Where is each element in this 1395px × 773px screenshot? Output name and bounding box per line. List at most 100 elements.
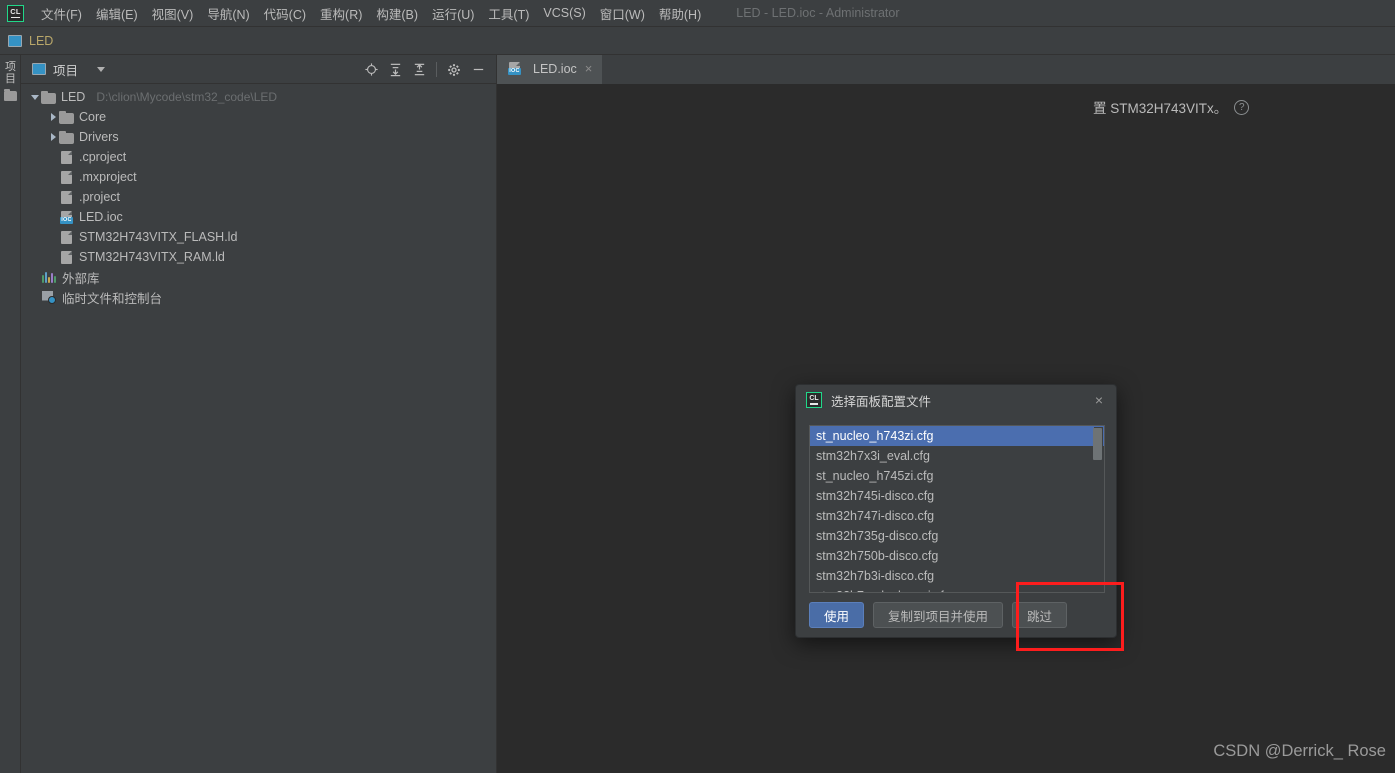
- locate-in-tree-icon[interactable]: [359, 58, 383, 82]
- settings-gear-icon[interactable]: [442, 58, 466, 82]
- project-panel-toolbar: [359, 55, 490, 84]
- tree-row[interactable]: LED D:\clion\Mycode\stm32_code\LED: [21, 87, 496, 107]
- breadcrumb[interactable]: LED: [29, 34, 53, 48]
- folder-icon: [59, 110, 74, 124]
- tool-window-button-project[interactable]: 项目: [3, 61, 18, 85]
- file-icon: [61, 150, 72, 164]
- collapse-all-icon[interactable]: [407, 58, 431, 82]
- chevron-open-icon[interactable]: [30, 92, 41, 103]
- list-item[interactable]: stm32h7x3i_eval.cfg: [810, 446, 1104, 466]
- menu-window[interactable]: 窗口(W): [594, 1, 651, 26]
- tree-row[interactable]: STM32H743VITX_RAM.ld: [21, 247, 496, 267]
- folder-icon: [41, 90, 56, 104]
- tree-item-label: Drivers: [79, 130, 119, 144]
- menu-refactor[interactable]: 重构(R): [314, 1, 368, 26]
- folder-icon: [4, 89, 17, 101]
- tree-item-label: 外部库: [62, 271, 100, 286]
- skip-button[interactable]: 跳过: [1012, 602, 1068, 628]
- list-item[interactable]: stm32h747i-disco.cfg: [810, 506, 1104, 526]
- list-item[interactable]: stm32h7b3i-disco.cfg: [810, 566, 1104, 586]
- tree-row[interactable]: 外部库: [21, 267, 496, 287]
- notification-label: 置 STM32H743VITx。: [1093, 101, 1228, 116]
- menu-view[interactable]: 视图(V): [146, 1, 200, 26]
- tree-item-label: .cproject: [79, 150, 127, 164]
- list-item[interactable]: stm32h750b-disco.cfg: [810, 546, 1104, 566]
- select-board-config-dialog: CL 选择面板配置文件 × st_nucleo_h743zi.cfg stm32h…: [795, 384, 1117, 638]
- list-item[interactable]: stm32h735g-disco.cfg: [810, 526, 1104, 546]
- tree-row[interactable]: .cproject: [21, 147, 496, 167]
- project-panel-title: 项目: [53, 63, 79, 78]
- dialog-button-bar: 使用 复制到项目并使用 跳过: [796, 593, 1118, 637]
- tab-label: LED.ioc: [533, 61, 577, 76]
- hide-panel-icon[interactable]: [466, 58, 490, 82]
- tree-row[interactable]: 临时文件和控制台: [21, 287, 496, 307]
- external-libraries-icon: [42, 271, 56, 283]
- menu-navigate[interactable]: 导航(N): [201, 1, 255, 26]
- tree-row[interactable]: IOC LED.ioc: [21, 207, 496, 227]
- tree-item-label: Core: [79, 110, 107, 124]
- clion-logo-icon: CL: [806, 392, 822, 408]
- list-item[interactable]: stm32h745i-disco.cfg: [810, 486, 1104, 506]
- menu-run[interactable]: 运行(U): [426, 1, 480, 26]
- board-config-list[interactable]: st_nucleo_h743zi.cfg stm32h7x3i_eval.cfg s…: [809, 425, 1105, 593]
- ioc-file-icon: IOC: [508, 62, 522, 75]
- menu-edit[interactable]: 编辑(E): [90, 1, 144, 26]
- copy-to-project-and-use-button[interactable]: 复制到项目并使用: [873, 602, 1004, 628]
- list-scrollbar-track[interactable]: [1093, 427, 1103, 592]
- file-icon: [61, 230, 72, 244]
- project-panel-header: 项目: [21, 55, 496, 84]
- list-scrollbar-thumb[interactable]: [1093, 428, 1102, 460]
- dialog-title-bar: CL 选择面板配置文件 ×: [796, 385, 1116, 415]
- file-icon: [61, 170, 72, 184]
- tree-row[interactable]: .project: [21, 187, 496, 207]
- tree-row[interactable]: .mxproject: [21, 167, 496, 187]
- use-button[interactable]: 使用: [809, 602, 865, 628]
- menu-vcs[interactable]: VCS(S): [537, 3, 591, 23]
- help-icon[interactable]: ?: [1234, 99, 1250, 115]
- list-item[interactable]: st_nucleo_h743zi.cfg: [810, 426, 1104, 446]
- tree-item-label: .project: [79, 190, 120, 204]
- clion-logo-icon: CL: [7, 4, 24, 22]
- window-title: LED - LED.ioc - Administrator: [736, 6, 900, 20]
- left-tool-window-strip: 项目: [0, 55, 21, 773]
- tree-item-label: STM32H743VITX_FLASH.ld: [79, 230, 238, 244]
- clion-window: CL 文件(F) 编辑(E) 视图(V) 导航(N) 代码(C) 重构(R) 构建(B) 运行…: [0, 0, 1395, 773]
- expand-all-icon[interactable]: [383, 58, 407, 82]
- chevron-down-icon[interactable]: [97, 66, 106, 72]
- tree-item-label: LED.ioc: [79, 210, 123, 224]
- tree-row[interactable]: Drivers: [21, 127, 496, 147]
- close-icon[interactable]: ×: [583, 62, 595, 75]
- chevron-closed-icon[interactable]: [48, 132, 59, 143]
- file-icon: [61, 190, 72, 204]
- tree-row[interactable]: STM32H743VITX_FLASH.ld: [21, 227, 496, 247]
- menu-build[interactable]: 构建(B): [370, 1, 424, 26]
- navigation-bar: LED: [0, 27, 1395, 55]
- folder-icon: [59, 130, 74, 144]
- tree-item-path: D:\clion\Mycode\stm32_code\LED: [96, 90, 278, 104]
- tree-item-label: LED: [61, 90, 86, 104]
- file-icon: [61, 250, 72, 264]
- project-tree: LED D:\clion\Mycode\stm32_code\LED Core Dri…: [21, 84, 496, 307]
- dialog-title: 选择面板配置文件: [831, 394, 932, 409]
- menu-help[interactable]: 帮助(H): [653, 1, 707, 26]
- ioc-notification-text: 置 STM32H743VITx。 ?: [1093, 97, 1250, 117]
- list-item[interactable]: st_nucleo_h745zi.cfg: [810, 466, 1104, 486]
- tab-bar-filler: [602, 55, 1395, 84]
- close-icon[interactable]: ×: [1088, 389, 1110, 411]
- ioc-file-icon: IOC: [60, 210, 74, 224]
- menu-tools[interactable]: 工具(T): [482, 1, 535, 26]
- menu-code[interactable]: 代码(C): [258, 1, 312, 26]
- tree-item-label: .mxproject: [79, 170, 137, 184]
- tab-led-ioc[interactable]: IOC LED.ioc ×: [497, 55, 603, 84]
- tree-row[interactable]: Core: [21, 107, 496, 127]
- menu-file[interactable]: 文件(F): [35, 1, 88, 26]
- tree-item-label: STM32H743VITX_RAM.ld: [79, 250, 225, 264]
- chevron-closed-icon[interactable]: [48, 112, 59, 123]
- list-item[interactable]: stm32h7x_dual_qspi.cfg: [810, 586, 1104, 592]
